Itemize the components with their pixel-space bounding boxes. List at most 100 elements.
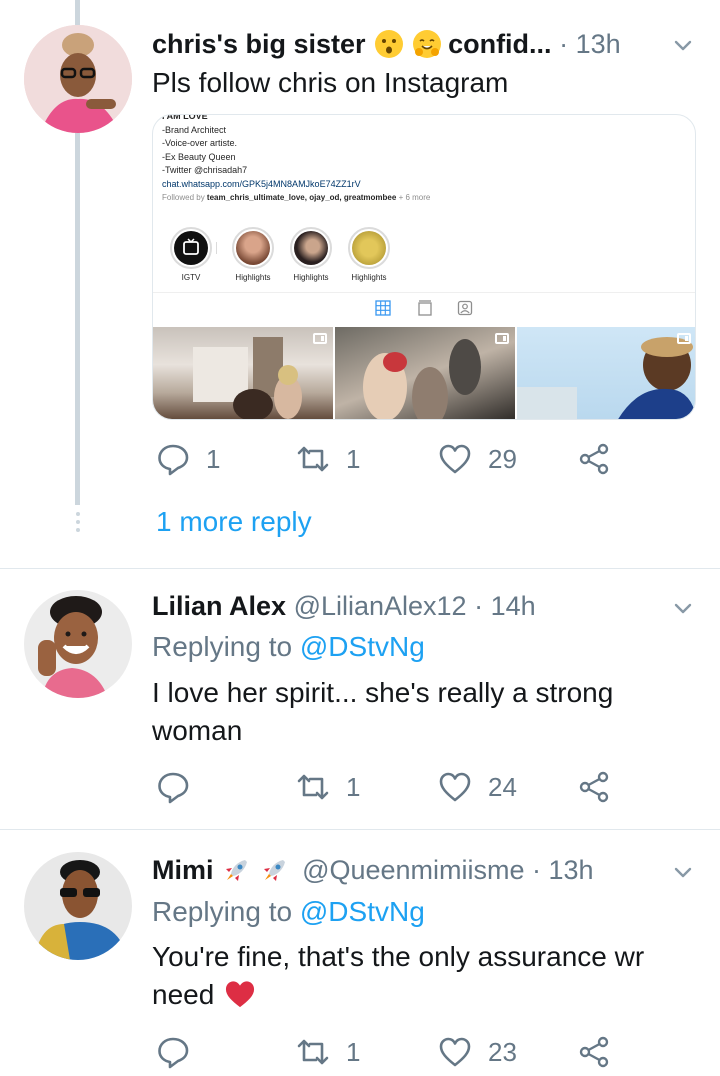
chevron-down-icon[interactable] — [672, 34, 694, 56]
tweet-actions: 1 1 29 — [156, 442, 626, 478]
tweet-divider — [0, 568, 720, 569]
bio-line: -Ex Beauty Queen — [162, 151, 236, 162]
bio-line: -Brand Architect — [162, 124, 227, 135]
display-name[interactable]: Mimi — [152, 855, 214, 885]
display-name[interactable]: chris's big sister — [152, 29, 366, 59]
post-thumbnail[interactable] — [153, 327, 333, 419]
tweet-header: Mimi @Queenmimiisme · 13h — [152, 853, 594, 887]
share-button[interactable] — [578, 442, 612, 476]
highlight-label: IGTV — [181, 273, 201, 282]
handle-and-timestamp[interactable]: @LilianAlex12 · 14h — [294, 591, 536, 621]
share-icon — [579, 1036, 609, 1068]
replying-prefix: Replying to — [152, 896, 293, 927]
retweet-count: 1 — [346, 443, 361, 474]
heart-icon — [439, 772, 471, 802]
bio-line: I AM LOVE — [162, 114, 208, 121]
handle-and-timestamp[interactable]: @Queenmimiisme · 13h — [302, 855, 594, 885]
reply-button[interactable] — [156, 1035, 206, 1069]
like-button[interactable]: 29 — [438, 442, 517, 476]
bio-line: -Voice-over artiste. — [162, 138, 238, 148]
retweet-count: 1 — [346, 771, 361, 802]
retweet-button[interactable]: 1 — [296, 1035, 360, 1069]
reply-icon — [158, 772, 189, 804]
heart-icon — [439, 1037, 471, 1067]
avatar[interactable] — [24, 25, 132, 133]
post-thumbnail[interactable] — [517, 327, 695, 419]
retweet-icon — [297, 446, 329, 472]
highlight-separator — [216, 242, 217, 254]
tweet-text: You're fine, that's the only assurance w… — [152, 938, 692, 1014]
followed-prefix: Followed by — [162, 193, 205, 202]
tweet-header: Lilian Alex @LilianAlex12 · 14h — [152, 589, 536, 623]
like-count: 29 — [488, 443, 517, 474]
thread-dots[interactable] — [74, 512, 81, 532]
like-button[interactable]: 24 — [438, 770, 517, 804]
igtv-tab-icon[interactable] — [417, 300, 433, 316]
red-heart-emoji — [226, 981, 255, 1008]
kissing-face-emoji — [375, 30, 404, 58]
igtv-badge-icon — [677, 333, 691, 344]
highlight-item[interactable]: Highlights — [339, 227, 399, 282]
retweet-icon — [297, 774, 329, 800]
avatar[interactable] — [24, 590, 132, 698]
share-button[interactable] — [578, 1035, 612, 1069]
rocket-emoji — [261, 856, 289, 884]
reply-icon — [158, 1037, 189, 1069]
bio-line: -Twitter @chrisadah7 — [162, 165, 248, 175]
reply-button[interactable] — [156, 770, 206, 804]
chevron-down-icon[interactable] — [672, 597, 694, 619]
rocket-emoji — [223, 856, 251, 884]
avatar[interactable] — [24, 852, 132, 960]
bio-link[interactable]: chat.whatsapp.com/GPK5j4MN8AMJkoE74ZZ1rV — [162, 178, 430, 192]
highlight-item[interactable]: Highlights — [223, 227, 283, 282]
replying-to: Replying to @DStvNg — [152, 630, 425, 664]
igtv-badge-icon — [495, 333, 509, 344]
igtv-icon — [183, 238, 199, 255]
instagram-tabs — [153, 292, 695, 322]
tagged-icon[interactable] — [457, 300, 473, 316]
retweet-button[interactable]: 1 — [296, 442, 360, 476]
highlight-label: Highlights — [293, 273, 329, 282]
tweet-actions: 1 23 — [156, 1035, 626, 1071]
highlight-igtv[interactable]: IGTV — [161, 227, 221, 282]
more-replies-link[interactable]: 1 more reply — [156, 506, 312, 538]
followed-by-text: Followed by team_chris_ultimate_love, oj… — [162, 191, 430, 205]
replying-handle[interactable]: @DStvNg — [300, 896, 425, 927]
share-icon — [579, 771, 609, 803]
tweet-text: Pls follow chris on Instagram — [152, 67, 509, 98]
reply-count: 1 — [206, 443, 221, 474]
followed-suffix: + 6 more — [398, 193, 431, 202]
replying-to: Replying to @DStvNg — [152, 895, 425, 929]
post-thumbnail[interactable] — [335, 327, 515, 419]
highlight-label: Highlights — [351, 273, 387, 282]
chevron-down-icon[interactable] — [672, 861, 694, 883]
tweet-divider — [0, 829, 720, 830]
replying-prefix: Replying to — [152, 631, 293, 662]
tweet-actions: 1 24 — [156, 770, 626, 806]
followed-names[interactable]: team_chris_ultimate_love, ojay_od, great… — [207, 193, 396, 202]
display-name-suffix: confid... — [448, 29, 552, 59]
tweet-header: chris's big sister confid... · 13h — [152, 27, 621, 61]
highlight-item[interactable]: Highlights — [281, 227, 341, 282]
highlight-label: Highlights — [235, 273, 271, 282]
reply-icon — [158, 444, 189, 476]
tweet-timestamp: · 13h — [559, 29, 621, 59]
display-name[interactable]: Lilian Alex — [152, 591, 286, 621]
tweet-text: I love her spirit... she's really a stro… — [152, 677, 614, 746]
share-icon — [579, 443, 609, 475]
like-count: 24 — [488, 771, 517, 802]
like-count: 23 — [488, 1036, 517, 1067]
reply-button[interactable]: 1 — [156, 442, 220, 476]
share-button[interactable] — [578, 770, 612, 804]
instagram-bio: I AM LOVE -Brand Architect -Voice-over a… — [162, 115, 430, 205]
instagram-post-grid — [153, 327, 695, 419]
hugging-face-emoji — [412, 30, 441, 58]
grid-icon[interactable] — [375, 300, 391, 316]
retweet-icon — [297, 1039, 329, 1065]
igtv-badge-icon — [313, 333, 327, 344]
like-button[interactable]: 23 — [438, 1035, 517, 1069]
replying-handle[interactable]: @DStvNg — [300, 631, 425, 662]
instagram-profile-card[interactable]: I AM LOVE -Brand Architect -Voice-over a… — [152, 114, 696, 420]
retweet-count: 1 — [346, 1036, 361, 1067]
retweet-button[interactable]: 1 — [296, 770, 360, 804]
